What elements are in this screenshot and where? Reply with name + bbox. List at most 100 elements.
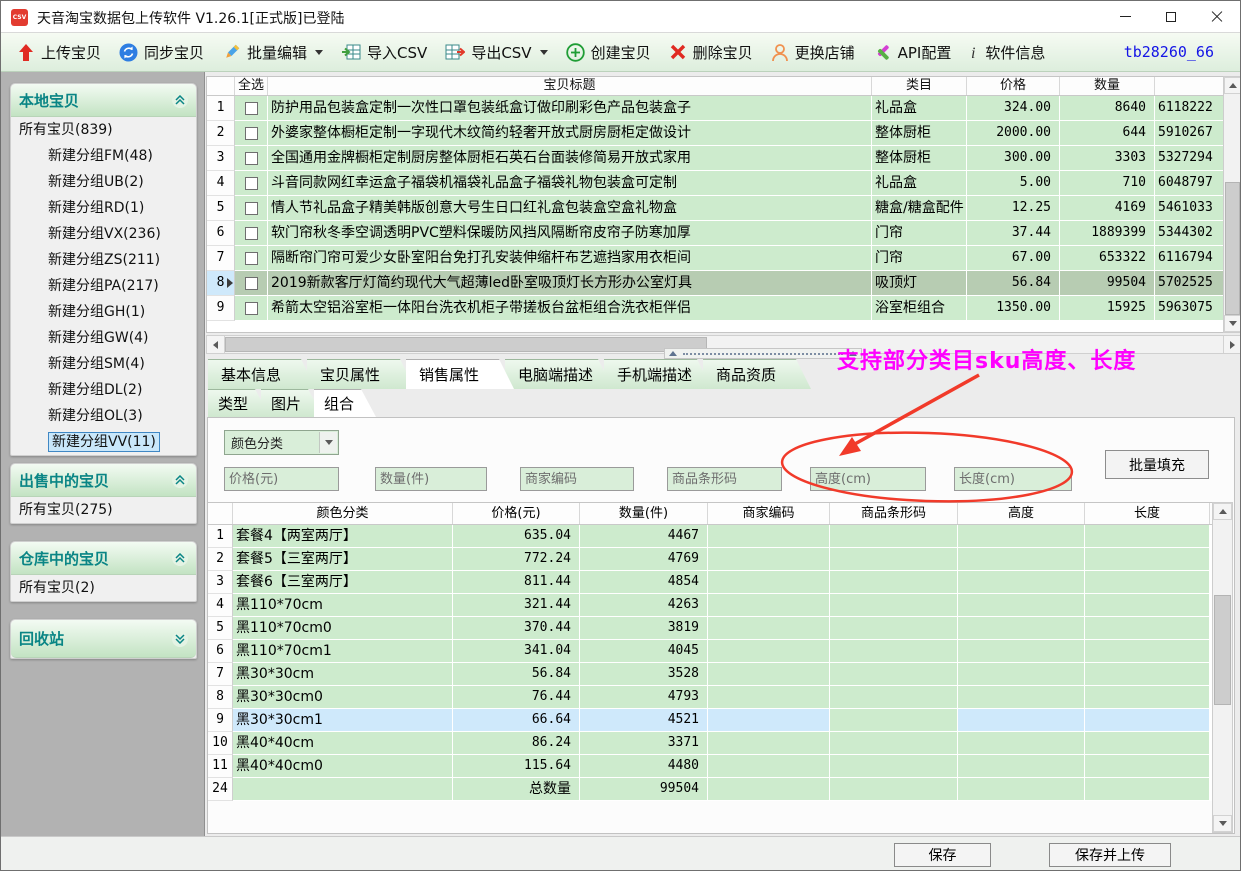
detail-tab[interactable]: 电脑端描述	[505, 359, 613, 389]
sku-row[interactable]: 3 套餐6【三室两厅】 811.44 4854	[208, 571, 1212, 594]
panel-selling-header[interactable]: 出售中的宝贝	[11, 464, 196, 497]
sku-seller-code-input[interactable]	[520, 467, 634, 491]
scroll-up-icon[interactable]	[1213, 503, 1232, 520]
sku-length-input[interactable]	[954, 467, 1072, 491]
panel-stock-header[interactable]: 仓库中的宝贝	[11, 542, 196, 575]
detail-subtab[interactable]: 组合	[314, 389, 376, 417]
change-shop-button[interactable]: 更换店铺	[763, 38, 863, 67]
item-row[interactable]: 8 2019新款客厅灯简约现代大气超薄led卧室吸顶灯长方形办公室灯具 吸顶灯 …	[207, 271, 1223, 296]
price-column-header[interactable]: 价格	[967, 77, 1060, 95]
select-all-header[interactable]: 全选	[235, 77, 268, 95]
row-checkbox[interactable]	[245, 227, 258, 240]
maximize-button[interactable]	[1148, 1, 1194, 32]
expand-down-icon[interactable]	[172, 631, 188, 647]
row-checkbox[interactable]	[245, 152, 258, 165]
detail-tab[interactable]: 手机端描述	[604, 359, 712, 389]
sync-items-button[interactable]: 同步宝贝	[111, 38, 212, 67]
title-column-header[interactable]: 宝贝标题	[268, 77, 872, 95]
sidebar-group-item[interactable]: 新建分组SM(4)	[11, 351, 196, 377]
sidebar-group-item[interactable]: 新建分组PA(217)	[11, 273, 196, 299]
import-csv-button[interactable]: 导入CSV	[333, 38, 435, 67]
sidebar-group-item[interactable]: 新建分组DL(2)	[11, 377, 196, 403]
sidebar-group-item[interactable]: 新建分组RD(1)	[11, 195, 196, 221]
close-button[interactable]	[1194, 1, 1240, 32]
scroll-down-icon[interactable]	[1213, 815, 1232, 832]
sku-quantity-input[interactable]	[375, 467, 487, 491]
detail-tab[interactable]: 商品资质	[703, 359, 811, 389]
sku-row[interactable]: 5 黑110*70cm0 370.44 3819	[208, 617, 1212, 640]
detail-subtab[interactable]: 类型	[208, 389, 270, 417]
api-config-button[interactable]: API配置	[865, 38, 960, 67]
sku-row[interactable]: 10 黑40*40cm 86.24 3371	[208, 732, 1212, 755]
sku-row[interactable]: 9 黑30*30cm1 66.64 4521	[208, 709, 1212, 732]
collapse-up-icon[interactable]	[172, 92, 188, 108]
item-row[interactable]: 1 防护用品包装盒定制一次性口罩包装纸盒订做印刷彩色产品包装盒子 礼品盒 324…	[207, 96, 1223, 121]
barcode-column-header[interactable]: 商品条形码	[830, 503, 958, 524]
item-row[interactable]: 4 斗音同款网红幸运盒子福袋机福袋礼品盒子福袋礼物包装盒可定制 礼品盒 5.00…	[207, 171, 1223, 196]
scroll-up-icon[interactable]	[1224, 77, 1241, 94]
sidebar-group-item[interactable]: 所有宝贝(2)	[11, 575, 196, 601]
category-column-header[interactable]: 类目	[872, 77, 967, 95]
sidebar-group-item[interactable]: 新建分组ZS(211)	[11, 247, 196, 273]
sku-row[interactable]: 7 黑30*30cm 56.84 3528	[208, 663, 1212, 686]
account-id[interactable]: tb28260_66	[1124, 43, 1214, 61]
scroll-right-icon[interactable]	[1223, 336, 1241, 353]
scrollbar-thumb[interactable]	[225, 337, 707, 352]
item-row[interactable]: 9 希箭太空铝浴室柜一体阳台洗衣机柜子带搓板台盆柜组合洗衣柜伴侣 浴室柜组合 1…	[207, 296, 1223, 321]
detail-tab[interactable]: 宝贝属性	[307, 359, 415, 389]
batch-edit-button[interactable]: 批量编辑	[214, 38, 331, 67]
sidebar-group-item[interactable]: 新建分组GH(1)	[11, 299, 196, 325]
item-row[interactable]: 6 软门帘秋冬季空调透明PVC塑料保暖防风挡风隔断帘皮帘子防寒加厚 门帘 37.…	[207, 221, 1223, 246]
sku-row[interactable]: 11 黑40*40cm0 115.64 4480	[208, 755, 1212, 778]
sidebar-group-item[interactable]: 新建分组VX(236)	[11, 221, 196, 247]
item-row[interactable]: 7 隔断帘门帘可爱少女卧室阳台免打孔安装伸缩杆布艺遮挡家用衣柜间 门帘 67.0…	[207, 246, 1223, 271]
panel-splitter[interactable]	[664, 348, 862, 359]
scrollbar-thumb[interactable]	[1214, 595, 1231, 705]
sku-height-input[interactable]	[810, 467, 926, 491]
sidebar-group-item[interactable]: 新建分组FM(48)	[11, 143, 196, 169]
sku-row[interactable]: 4 黑110*70cm 321.44 4263	[208, 594, 1212, 617]
items-table-scrollbar[interactable]	[1223, 76, 1241, 333]
row-checkbox[interactable]	[245, 127, 258, 140]
row-checkbox[interactable]	[245, 302, 258, 315]
sidebar-group-item[interactable]: 新建分组GW(4)	[11, 325, 196, 351]
detail-tab[interactable]: 基本信息	[208, 359, 316, 389]
variant-type-select[interactable]: 颜色分类	[224, 430, 339, 455]
scroll-down-icon[interactable]	[1224, 315, 1241, 332]
sku-barcode-input[interactable]	[667, 467, 782, 491]
detail-subtab[interactable]: 图片	[261, 389, 323, 417]
length-column-header[interactable]: 长度	[1085, 503, 1210, 524]
export-csv-button[interactable]: 导出CSV	[437, 38, 555, 67]
sku-row[interactable]: 1 套餐4【两室两厅】 635.04 4467	[208, 525, 1212, 548]
scroll-left-icon[interactable]	[207, 336, 225, 353]
sku-row[interactable]: 2 套餐5【三室两厅】 772.24 4769	[208, 548, 1212, 571]
seller-code-column-header[interactable]: 商家编码	[708, 503, 830, 524]
panel-local-header[interactable]: 本地宝贝	[11, 84, 196, 117]
sidebar-group-item[interactable]: 所有宝贝(839)	[11, 117, 196, 143]
sidebar-group-item[interactable]: 所有宝贝(275)	[11, 497, 196, 523]
variant-column-header[interactable]: 颜色分类	[233, 503, 453, 524]
sku-row[interactable]: 6 黑110*70cm1 341.04 4045	[208, 640, 1212, 663]
row-checkbox[interactable]	[245, 277, 258, 290]
upload-items-button[interactable]: 上传宝贝	[9, 38, 109, 67]
row-checkbox[interactable]	[245, 177, 258, 190]
row-checkbox[interactable]	[245, 202, 258, 215]
quantity-column-header[interactable]: 数量	[1060, 77, 1155, 95]
sidebar-group-item[interactable]: 新建分组UB(2)	[11, 169, 196, 195]
collapse-up-icon[interactable]	[172, 472, 188, 488]
sku-row[interactable]: 8 黑30*30cm0 76.44 4793	[208, 686, 1212, 709]
item-row[interactable]: 2 外婆家整体橱柜定制一字现代木纹简约轻奢开放式厨房厨柜定做设计 整体厨柜 20…	[207, 121, 1223, 146]
item-row[interactable]: 5 情人节礼品盒子精美韩版创意大号生日口红礼盒包装盒空盒礼物盒 糖盒/糖盒配件 …	[207, 196, 1223, 221]
sku-price-input[interactable]	[224, 467, 339, 491]
create-item-button[interactable]: 创建宝贝	[558, 38, 659, 67]
row-checkbox[interactable]	[245, 102, 258, 115]
minimize-button[interactable]	[1102, 1, 1148, 32]
delete-item-button[interactable]: 删除宝贝	[661, 38, 761, 67]
save-and-upload-button[interactable]: 保存并上传	[1049, 843, 1171, 867]
price-column-header[interactable]: 价格(元)	[453, 503, 580, 524]
row-checkbox[interactable]	[245, 252, 258, 265]
quantity-column-header[interactable]: 数量(件)	[580, 503, 708, 524]
sku-table-scrollbar[interactable]	[1212, 502, 1233, 833]
scrollbar-thumb[interactable]	[1225, 182, 1240, 315]
item-row[interactable]: 3 全国通用金牌橱柜定制厨房整体厨柜石英石台面装修简易开放式家用 整体厨柜 30…	[207, 146, 1223, 171]
